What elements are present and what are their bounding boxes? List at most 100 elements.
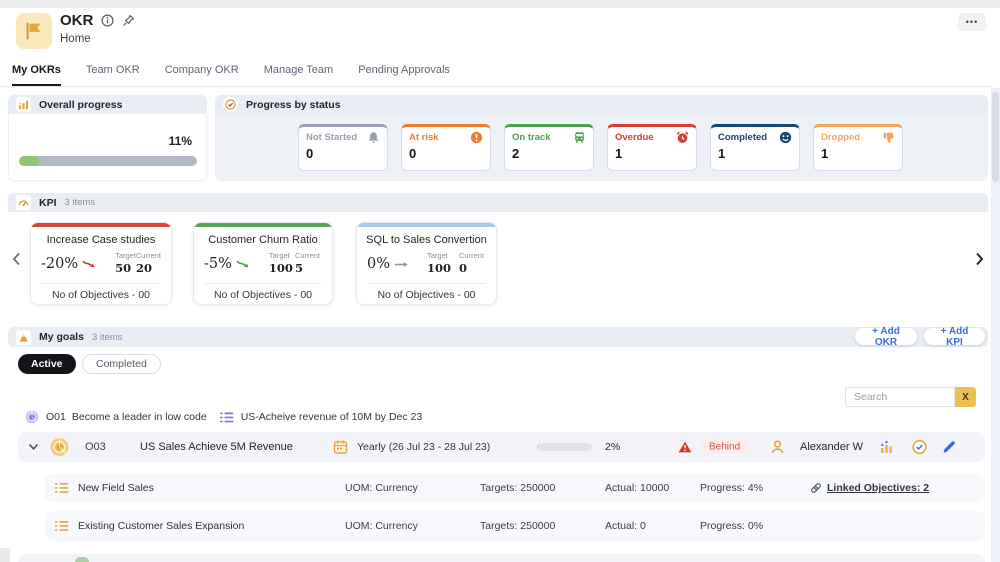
key-result-row[interactable]: New Field Sales UOM: Currency Targets: 2… <box>45 473 985 503</box>
okr-page: OKR Home ••• My OKRs Team OKR Company OK… <box>0 0 1000 562</box>
key-result-list-icon <box>220 411 234 424</box>
key-result-title[interactable]: Existing Customer Sales Expansion <box>78 520 244 532</box>
kpi-card-title: SQL to Sales Convertion <box>357 234 496 246</box>
target-value: 100 <box>427 261 451 275</box>
kpi-accent-bar <box>357 223 496 227</box>
status-badge: Behind <box>700 440 749 455</box>
breadcrumb-key-result-title[interactable]: US-Acheive revenue of 10M by Dec 23 <box>241 411 423 423</box>
kpi-card-sql-to-sales-convertion[interactable]: SQL to Sales Convertion 0% Target100 Cur… <box>356 222 497 305</box>
smiley-icon <box>779 131 792 144</box>
app-logo <box>16 13 52 49</box>
thumbs-down-icon <box>882 131 895 144</box>
chevron-right-icon[interactable] <box>975 252 987 266</box>
search-bar: X <box>845 387 976 407</box>
target-value: 50 <box>115 261 131 275</box>
chevron-left-icon[interactable] <box>12 252 24 266</box>
key-result-list-icon <box>55 520 69 533</box>
target-label: Target <box>115 252 136 260</box>
objective-progress-percent: 2% <box>605 441 620 453</box>
scrollbar-thumb[interactable] <box>992 92 999 182</box>
status-card-dropped[interactable]: Dropped 1 <box>813 124 903 171</box>
current-value: 5 <box>295 261 303 275</box>
alarm-clock-icon <box>676 131 689 144</box>
mountain-icon <box>16 330 31 345</box>
info-icon[interactable] <box>101 14 114 27</box>
key-result-target: Targets: 250000 <box>480 482 555 494</box>
chart-icon[interactable] <box>880 440 894 454</box>
pin-icon[interactable] <box>122 14 135 27</box>
status-label: At risk <box>409 132 439 143</box>
status-card-not-started[interactable]: Not Started 0 <box>298 124 388 171</box>
tab-team-okr[interactable]: Team OKR <box>86 56 140 86</box>
overall-progress-bar-fill <box>19 156 39 166</box>
filter-active[interactable]: Active <box>18 354 76 374</box>
linked-objectives-link[interactable]: Linked Objectives: 2 <box>810 482 929 494</box>
breadcrumb-objective-id[interactable]: O01 <box>46 411 66 423</box>
window-bottom-edge <box>0 548 10 562</box>
key-result-uom: UOM: Currency <box>345 520 418 532</box>
kpi-card-increase-case-studies[interactable]: Increase Case studies -20% Target50 Curr… <box>30 222 172 305</box>
key-result-row[interactable]: Existing Customer Sales Expansion UOM: C… <box>45 511 985 541</box>
key-result-uom: UOM: Currency <box>345 482 418 494</box>
key-result-actual: Actual: 10000 <box>605 482 669 494</box>
scrollbar[interactable] <box>991 88 1000 562</box>
person-icon <box>770 440 785 455</box>
status-count: 1 <box>615 146 689 161</box>
target-value: 100 <box>269 261 293 275</box>
kpi-card-customer-churn-ratio[interactable]: Customer Churn Ratio -5% Target100 Curre… <box>193 222 333 305</box>
status-cards: Not Started 0 At risk 0 On t <box>215 114 988 181</box>
kpi-percent: -20% <box>41 256 78 272</box>
kpi-card-title: Customer Churn Ratio <box>194 234 332 246</box>
objective-row[interactable]: O03 US Sales Achieve 5M Revenue Yearly (… <box>18 432 985 462</box>
search-clear-button[interactable]: X <box>955 387 976 407</box>
overall-progress-header: Overall progress <box>8 95 207 114</box>
kpi-objectives-count: No of Objectives - 00 <box>357 289 496 301</box>
filter-completed[interactable]: Completed <box>82 354 161 374</box>
kpi-accent-bar <box>31 223 171 227</box>
owner-name: Alexander W <box>800 441 863 453</box>
trend-down-icon <box>236 259 251 270</box>
bus-icon <box>573 131 586 144</box>
status-card-on-track[interactable]: On track 2 <box>504 124 594 171</box>
status-count: 2 <box>512 146 586 161</box>
kpi-title: KPI <box>39 197 57 209</box>
status-count: 0 <box>306 146 380 161</box>
target-label: Target <box>269 252 293 260</box>
check-circle-icon[interactable] <box>912 440 927 455</box>
tab-manage-team[interactable]: Manage Team <box>264 56 334 86</box>
tab-pending-approvals[interactable]: Pending Approvals <box>358 56 450 86</box>
tab-company-okr[interactable]: Company OKR <box>165 56 239 86</box>
next-objective-row-partial <box>18 554 985 562</box>
status-label: Completed <box>718 132 767 143</box>
status-card-overdue[interactable]: Overdue 1 <box>607 124 697 171</box>
objective-id: O03 <box>85 441 106 453</box>
status-label: On track <box>512 132 551 143</box>
progress-by-status-panel: Progress by status Not Started 0 At risk <box>215 95 988 181</box>
search-input[interactable] <box>845 387 955 407</box>
chevron-down-icon[interactable] <box>28 443 39 451</box>
objective-title[interactable]: US Sales Achieve 5M Revenue <box>140 441 293 453</box>
page-title: OKR <box>60 12 93 29</box>
objective-target-icon <box>50 438 69 457</box>
current-label: Current <box>459 252 484 260</box>
edit-pen-icon[interactable] <box>942 440 956 454</box>
current-label: Current <box>295 252 320 260</box>
more-options-button[interactable]: ••• <box>958 13 986 31</box>
add-okr-button[interactable]: + Add OKR <box>855 328 917 345</box>
page-subtitle: Home <box>60 33 91 45</box>
calendar-icon <box>333 440 348 455</box>
status-card-at-risk[interactable]: At risk 0 <box>401 124 491 171</box>
kpi-percent: -5% <box>204 256 232 272</box>
breadcrumb-objective-title[interactable]: Become a leader in low code <box>72 411 207 423</box>
kpi-header: KPI 3 items <box>8 193 988 212</box>
kpi-objectives-count: No of Objectives - 00 <box>31 289 171 301</box>
add-kpi-button[interactable]: + Add KPI <box>924 328 985 345</box>
overall-progress-percent: 11% <box>169 134 192 148</box>
app-header: OKR Home ••• <box>8 8 992 56</box>
tab-my-okrs[interactable]: My OKRs <box>12 56 61 86</box>
key-result-title[interactable]: New Field Sales <box>78 482 154 494</box>
warning-triangle-icon <box>678 441 692 453</box>
kpi-card-title: Increase Case studies <box>31 234 171 246</box>
my-goals-title: My goals <box>39 331 84 343</box>
status-card-completed[interactable]: Completed 1 <box>710 124 800 171</box>
